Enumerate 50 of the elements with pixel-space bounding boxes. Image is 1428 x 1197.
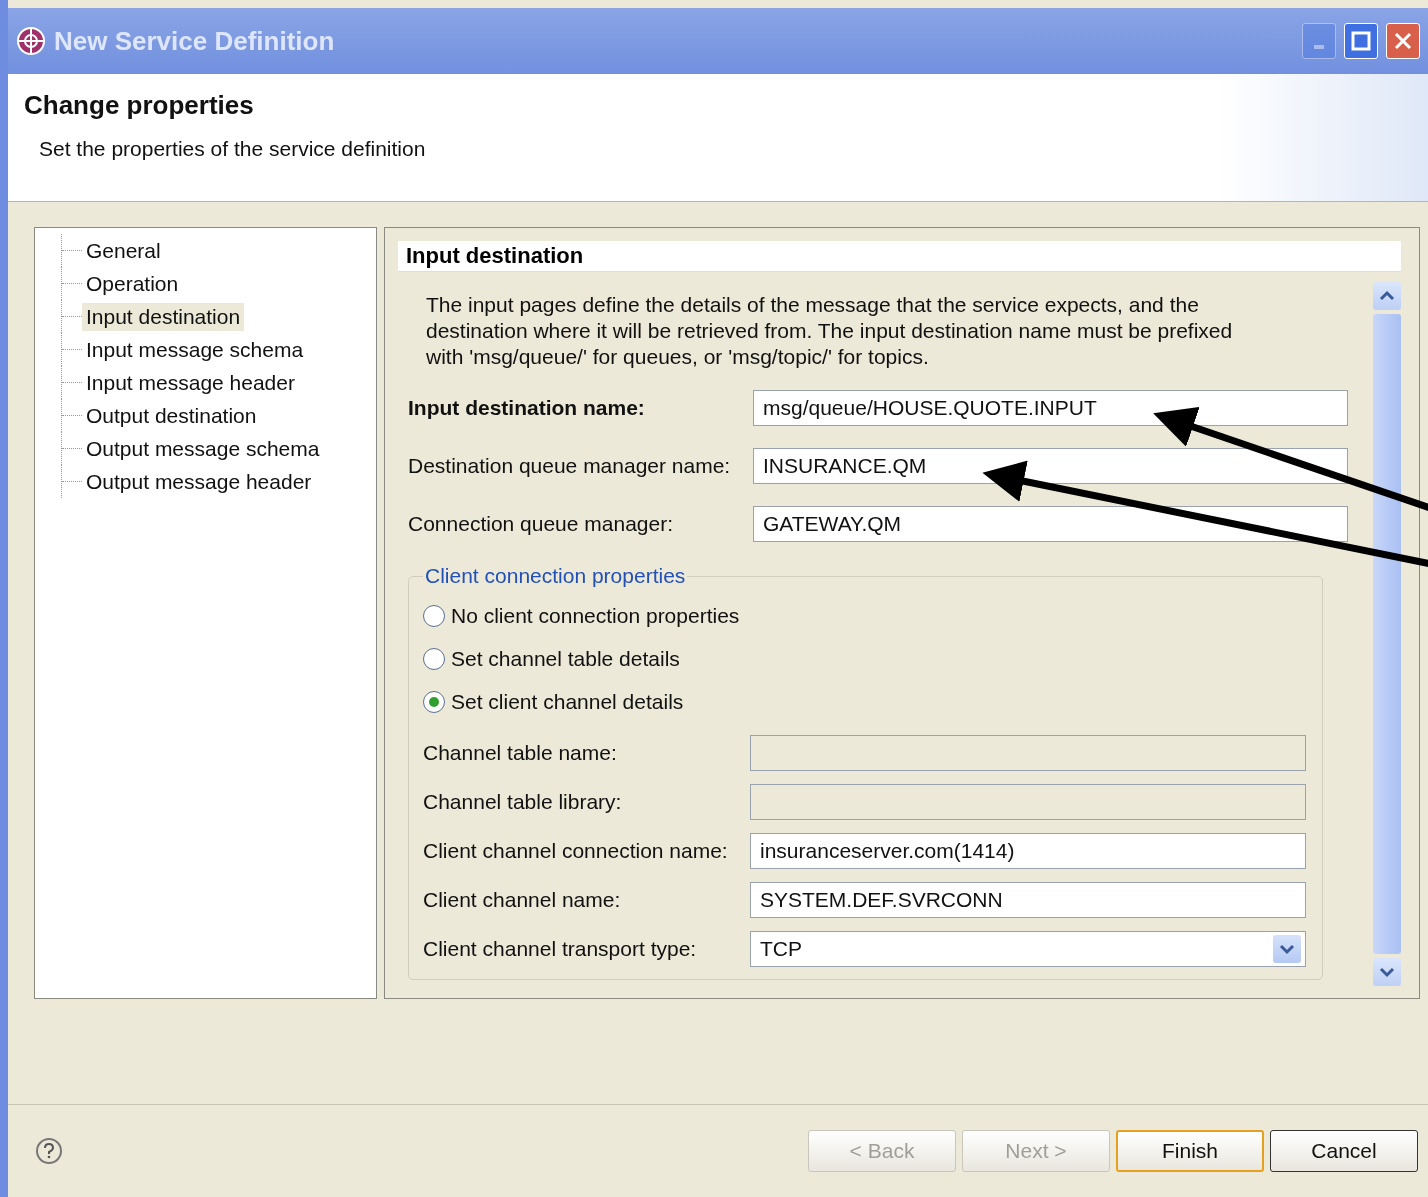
dropdown-field[interactable]: TCP xyxy=(750,931,1306,967)
minimize-icon xyxy=(1314,45,1324,49)
tree-item[interactable]: Input message header xyxy=(82,368,299,397)
chevron-up-icon xyxy=(1379,290,1395,302)
field-label: Channel table library: xyxy=(423,790,623,814)
scroll-thumb[interactable] xyxy=(1373,314,1401,954)
text-field[interactable]: insuranceserver.com(1414) xyxy=(750,833,1306,869)
field-label: Channel table name: xyxy=(423,741,618,765)
maximize-icon xyxy=(1351,31,1371,51)
window-title: New Service Definition xyxy=(54,25,336,57)
field-label: Destination queue manager name: xyxy=(408,454,732,478)
field-label: Client channel transport type: xyxy=(423,937,698,961)
tree-item[interactable]: Output message header xyxy=(82,467,316,496)
group-title: Client connection properties xyxy=(424,564,687,588)
radio-button[interactable] xyxy=(423,690,445,713)
tree-item[interactable]: Input destination xyxy=(82,302,245,331)
crosshair-logo-icon xyxy=(16,26,46,56)
tree-item[interactable]: Input message schema xyxy=(82,335,308,364)
field-label: Client channel connection name: xyxy=(423,839,729,863)
chevron-down-icon xyxy=(1379,966,1395,978)
help-icon[interactable] xyxy=(36,1138,62,1164)
radio-button[interactable] xyxy=(423,604,445,627)
tree-item[interactable]: Output message schema xyxy=(82,434,324,463)
radio-label: Set channel table details xyxy=(451,646,680,671)
field-label: Connection queue manager: xyxy=(408,512,675,536)
maximize-button[interactable] xyxy=(1344,23,1378,59)
section-title: Input destination xyxy=(398,241,1401,272)
dialog-button[interactable]: Cancel xyxy=(1270,1130,1418,1172)
radio-label: No client connection properties xyxy=(451,603,740,628)
section-description: The input pages define the details of the message that the service expects, and the destination where it will be retrieved from. The input destination name must be prefixed with 'msg/queue/' for queues, or 'msg/topic/' for topics. xyxy=(426,292,1234,370)
dialog-button[interactable]: Finish xyxy=(1116,1130,1264,1172)
tree-item[interactable]: Operation xyxy=(82,269,183,298)
radio-label: Set client channel details xyxy=(451,689,684,714)
text-field[interactable]: GATEWAY.QM xyxy=(753,506,1348,542)
page-description: Set the properties of the service definition xyxy=(39,137,427,161)
close-button[interactable] xyxy=(1386,23,1420,59)
field-label: Client channel name: xyxy=(423,888,622,912)
text-field[interactable]: msg/queue/HOUSE.QUOTE.INPUT xyxy=(753,390,1348,426)
text-field[interactable]: INSURANCE.QM xyxy=(753,448,1348,484)
chevron-down-icon xyxy=(1279,943,1295,955)
radio-button[interactable] xyxy=(423,647,445,670)
tree-item[interactable]: General xyxy=(82,236,165,265)
text-field[interactable]: SYSTEM.DEF.SVRCONN xyxy=(750,882,1306,918)
close-icon xyxy=(1393,31,1413,51)
dropdown-button[interactable] xyxy=(1273,935,1301,963)
page-title: Change properties xyxy=(24,90,255,121)
scroll-up-button[interactable] xyxy=(1373,282,1401,310)
field-label: Input destination name: xyxy=(408,396,646,420)
tree-item[interactable]: Output destination xyxy=(82,401,261,430)
scroll-down-button[interactable] xyxy=(1373,958,1401,986)
